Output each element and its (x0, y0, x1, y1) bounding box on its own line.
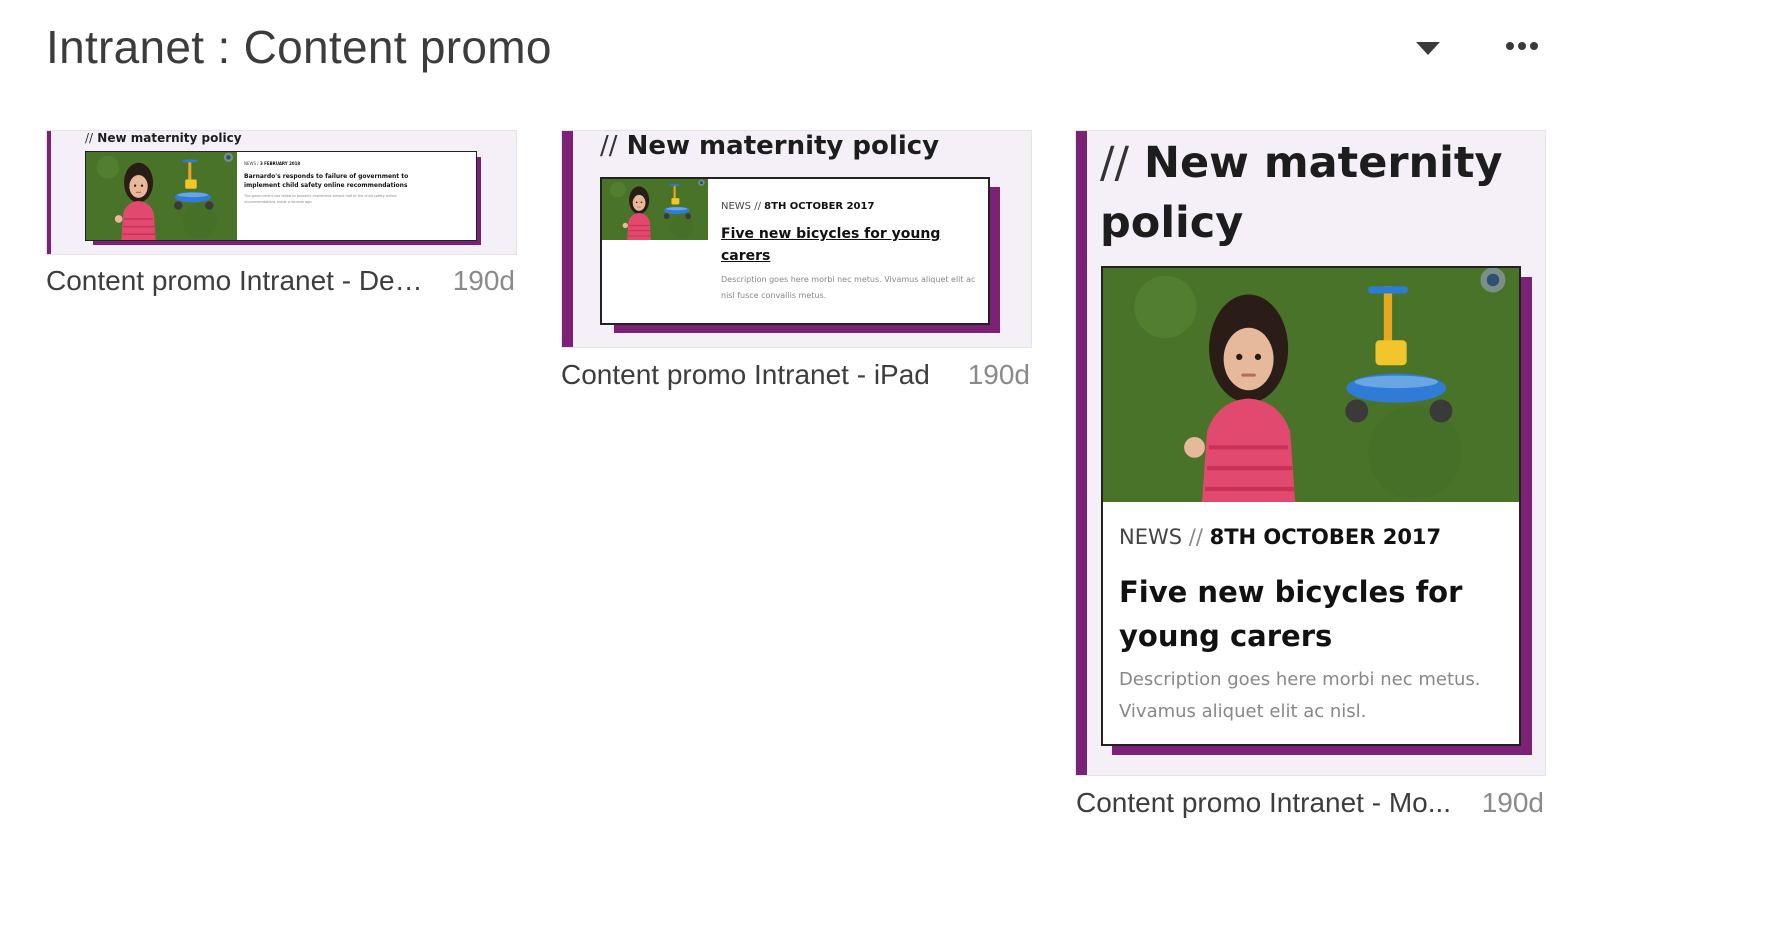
promo-heading: // New maternity policy (85, 131, 242, 145)
promo-description: The government has failed to properly im… (244, 194, 397, 204)
more-horizontal-icon (1506, 42, 1538, 50)
promo-card: NEWS / 3 FEBRUARY 2018 Barnardo's respon… (85, 151, 477, 241)
preview-age: 190d (452, 265, 515, 296)
accent-stripe (47, 131, 51, 254)
caret-down-icon (1416, 42, 1440, 55)
page-title: Intranet : Content promo (46, 21, 552, 73)
promo-description: Description goes here morbi nec metus. V… (1119, 669, 1481, 722)
preview-thumbnail-mobile[interactable]: // New maternity policy NEWS // 8TH OCTO… (1075, 130, 1546, 776)
preview-caption[interactable]: Content promo Intranet - iPad (561, 359, 951, 391)
preview-age: 190d (1481, 787, 1544, 818)
promo-description: Description goes here morbi nec metus. V… (721, 275, 976, 300)
promo-photo (86, 152, 237, 240)
promo-card: NEWS // 8TH OCTOBER 2017 Five new bicycl… (600, 177, 990, 325)
preview-thumbnail-desktop[interactable]: // New maternity policy NEWS / 3 FEBRUAR… (46, 130, 517, 255)
accent-stripe (562, 131, 573, 347)
promo-meta: NEWS // 8TH OCTOBER 2017 (721, 201, 875, 212)
more-options-button[interactable] (1500, 32, 1544, 60)
promo-meta: NEWS // 8TH OCTOBER 2017 (1119, 525, 1442, 549)
promo-headline: Five new bicycles for young carers (1119, 575, 1463, 653)
preview-thumbnail-ipad[interactable]: // New maternity policy NEWS // 8TH OCTO… (561, 130, 1032, 348)
promo-heading: // New maternity policy (1100, 138, 1503, 248)
promo-heading: // New maternity policy (600, 131, 940, 161)
promo-headline: Barnardo's responds to failure of govern… (244, 173, 409, 189)
preview-caption[interactable]: Content promo Intranet - Desktop (46, 265, 431, 297)
promo-meta: NEWS / 3 FEBRUARY 2018 (244, 161, 301, 166)
promo-card: NEWS // 8TH OCTOBER 2017 Five new bicycl… (1101, 266, 1521, 746)
accent-stripe (1076, 131, 1087, 775)
filter-dropdown-button[interactable] (1412, 36, 1444, 60)
promo-photo (602, 179, 708, 240)
promo-headline: Five new bicycles for young carers (721, 226, 941, 264)
promo-photo (1103, 268, 1519, 502)
preview-age: 190d (967, 359, 1030, 390)
preview-caption[interactable]: Content promo Intranet - Mo... (1076, 787, 1468, 819)
